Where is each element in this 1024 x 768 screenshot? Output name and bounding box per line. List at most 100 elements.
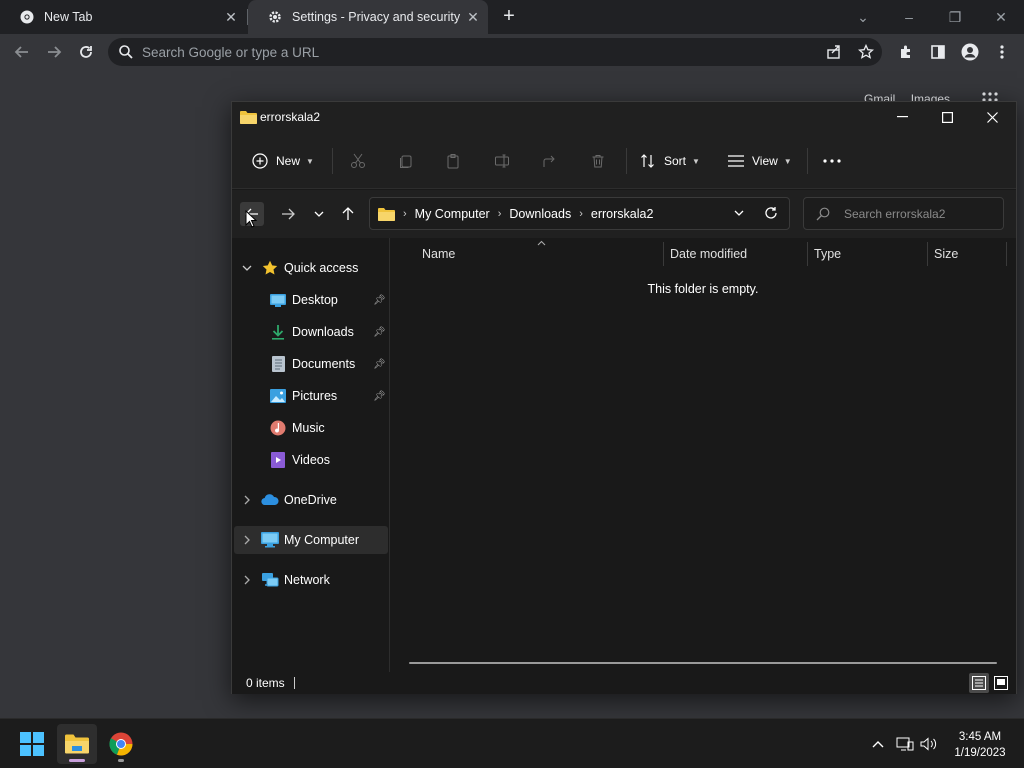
share-icon[interactable]	[825, 43, 843, 61]
nav-my-computer[interactable]: My Computer	[234, 526, 388, 554]
details-view-icon[interactable]	[969, 673, 989, 693]
chevron-up-icon[interactable]	[869, 735, 887, 753]
minimize-icon[interactable]: –	[898, 6, 920, 28]
gear-icon	[268, 10, 282, 24]
large-icons-view-icon[interactable]	[991, 673, 1011, 693]
cut-icon[interactable]	[348, 151, 368, 171]
new-tab-button[interactable]: +	[498, 6, 520, 28]
profile-avatar-icon[interactable]	[958, 40, 982, 64]
share-icon[interactable]	[540, 151, 560, 171]
taskbar-chrome[interactable]	[101, 724, 141, 764]
more-options-button[interactable]	[823, 150, 841, 172]
breadcrumb-errorskala2[interactable]: errorskala2	[591, 207, 654, 221]
folder-icon	[240, 110, 257, 127]
column-divider[interactable]	[1006, 242, 1007, 266]
column-divider[interactable]	[807, 242, 808, 266]
tab-settings[interactable]: Settings - Privacy and security ✕	[248, 0, 488, 34]
column-header-date-modified[interactable]: Date modified	[670, 238, 747, 270]
document-icon	[269, 355, 287, 373]
column-divider[interactable]	[927, 242, 928, 266]
breadcrumb-downloads[interactable]: Downloads	[509, 207, 571, 221]
nav-onedrive[interactable]: OneDrive	[232, 486, 388, 514]
close-icon[interactable]	[970, 102, 1015, 132]
search-icon	[816, 207, 830, 224]
copy-icon[interactable]	[396, 151, 416, 171]
more-vert-icon[interactable]	[990, 40, 1014, 64]
nav-documents[interactable]: Documents 📌︎	[232, 350, 388, 378]
extensions-icon[interactable]	[894, 40, 918, 64]
column-label: Date modified	[670, 247, 748, 261]
chevron-right-icon[interactable]	[240, 533, 254, 547]
window-title: errorskala2	[260, 110, 321, 124]
chevron-right-icon[interactable]	[240, 573, 254, 587]
close-tab-icon[interactable]: ✕	[224, 10, 238, 24]
paste-icon[interactable]	[443, 151, 463, 171]
reload-icon[interactable]	[74, 40, 98, 64]
forward-arrow-icon[interactable]	[42, 40, 66, 64]
search-icon	[118, 44, 134, 60]
desktop-icon	[269, 291, 287, 309]
start-button[interactable]	[12, 724, 52, 764]
nav-pictures[interactable]: Pictures 📌︎	[232, 382, 388, 410]
forward-arrow-icon[interactable]	[276, 202, 300, 226]
sort-button[interactable]: Sort ▼	[640, 150, 700, 172]
view-button[interactable]: View ▼	[728, 150, 792, 172]
nav-music[interactable]: Music	[232, 414, 388, 442]
rename-icon[interactable]	[492, 151, 512, 171]
nav-quick-access[interactable]: Quick access	[232, 254, 388, 282]
status-divider	[294, 677, 295, 689]
side-panel-icon[interactable]	[926, 40, 950, 64]
pin-icon: 📌︎	[373, 358, 386, 370]
tab-new-tab[interactable]: New Tab ✕	[0, 0, 246, 34]
star-icon	[261, 259, 279, 277]
chevron-down-icon: ▼	[692, 156, 700, 166]
minimize-icon[interactable]	[880, 102, 925, 132]
chevron-right-icon[interactable]	[240, 493, 254, 507]
running-app-indicator	[118, 759, 124, 762]
close-tab-icon[interactable]: ✕	[466, 10, 480, 24]
breadcrumb-my-computer[interactable]: My Computer	[415, 207, 490, 221]
omnibox-placeholder: Search Google or type a URL	[142, 45, 320, 60]
restore-icon[interactable]: ❐	[944, 6, 966, 28]
tab-search-icon[interactable]: ⌄	[852, 6, 874, 28]
system-clock[interactable]: 3:45 AM 1/19/2023	[940, 729, 1020, 761]
column-label: Size	[934, 247, 959, 261]
taskbar-file-explorer[interactable]	[57, 724, 97, 764]
network-icon	[261, 571, 279, 589]
address-history-icon[interactable]	[734, 210, 744, 216]
clock-date: 1/19/2023	[954, 747, 1006, 759]
music-icon	[269, 419, 287, 437]
view-list-icon	[728, 155, 744, 167]
file-explorer-window: errorskala2 New ▼ Sort ▼ View ▼ › My Com…	[231, 101, 1017, 694]
column-header-type[interactable]: Type	[814, 238, 841, 270]
nav-label: Desktop	[292, 293, 338, 307]
nav-label: Pictures	[292, 389, 338, 403]
search-input[interactable]: Search errorskala2	[803, 197, 1004, 230]
explorer-titlebar[interactable]: errorskala2	[232, 102, 1016, 132]
taskbar: 3:45 AM 1/19/2023	[0, 718, 1024, 768]
nav-videos[interactable]: Videos	[232, 446, 388, 474]
omnibox[interactable]: Search Google or type a URL	[108, 38, 882, 66]
nav-downloads[interactable]: Downloads 📌︎	[232, 318, 388, 346]
delete-icon[interactable]	[588, 151, 608, 171]
refresh-icon[interactable]	[764, 206, 778, 220]
recent-locations-icon[interactable]	[307, 202, 331, 226]
new-button[interactable]: New ▼	[252, 150, 314, 172]
up-arrow-icon[interactable]	[336, 202, 360, 226]
network-status-icon[interactable]	[896, 735, 914, 753]
chevron-down-icon[interactable]	[240, 261, 254, 275]
address-bar[interactable]: › My Computer › Downloads › errorskala2	[369, 197, 790, 230]
maximize-icon[interactable]	[925, 102, 970, 132]
nav-network[interactable]: Network	[232, 566, 388, 594]
back-arrow-icon[interactable]	[10, 40, 34, 64]
close-window-icon[interactable]: ✕	[990, 6, 1012, 28]
column-label: Name	[422, 247, 456, 261]
nav-desktop[interactable]: Desktop 📌︎	[232, 286, 388, 314]
column-header-size[interactable]: Size	[934, 238, 958, 270]
column-header-name[interactable]: Name	[422, 238, 455, 270]
column-divider[interactable]	[663, 242, 664, 266]
horizontal-scrollbar[interactable]	[409, 662, 997, 664]
volume-icon[interactable]	[920, 735, 938, 753]
file-list[interactable]: Name Date modified Type Size This folder…	[390, 238, 1016, 672]
bookmark-star-icon[interactable]	[857, 43, 875, 61]
